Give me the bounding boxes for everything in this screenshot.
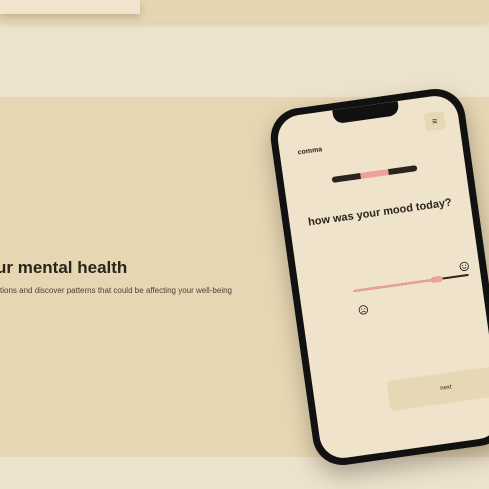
- next-button[interactable]: next: [386, 365, 489, 412]
- sad-face-icon: [358, 305, 368, 315]
- mood-slider-thumb[interactable]: [429, 275, 443, 284]
- hero-subtitle: tions and discover patterns that could b…: [0, 286, 232, 295]
- progress-step-1: [331, 173, 361, 183]
- mood-slider[interactable]: [353, 273, 469, 293]
- hero-title: ur mental health: [0, 258, 128, 277]
- menu-button[interactable]: ≡: [423, 110, 446, 132]
- top-card: [0, 0, 140, 14]
- progress-step-3: [388, 165, 418, 175]
- hamburger-icon: ≡: [431, 115, 438, 126]
- phone-notch: [332, 101, 400, 125]
- progress-step-2: [359, 169, 390, 179]
- step-progress: [331, 165, 418, 183]
- mood-slider-fill: [353, 278, 437, 293]
- app-brand: comma: [297, 146, 323, 157]
- happy-face-icon: [459, 261, 469, 272]
- mood-question: how was your mood today?: [307, 196, 453, 229]
